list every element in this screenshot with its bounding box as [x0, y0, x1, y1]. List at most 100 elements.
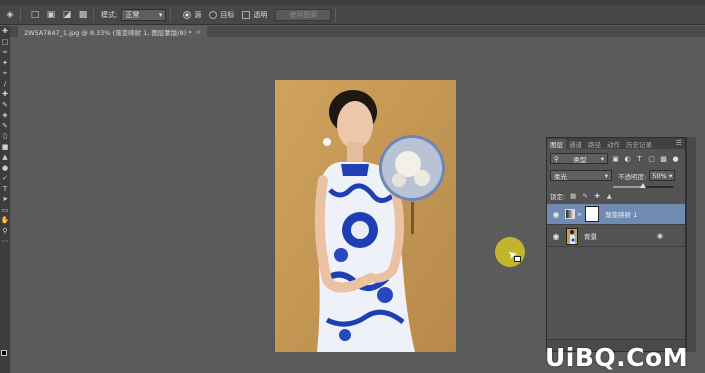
separator: [20, 7, 21, 22]
foreground-color-swatch[interactable]: [1, 350, 7, 356]
smart-object-filter-icon[interactable]: ▩: [659, 154, 668, 163]
panel-tabs: 图层 通道 路径 动作 历史记录 ☰: [547, 138, 685, 149]
eye-icon[interactable]: ◉: [550, 232, 562, 241]
blend-row: 柔光 ▾ 不透明度: 50% ▾: [550, 169, 684, 182]
intersect-selection-icon[interactable]: ▩: [77, 9, 89, 21]
blur-tool-icon[interactable]: ▲: [0, 152, 10, 163]
filter-kind-value: 类型: [573, 155, 587, 164]
tab-layers[interactable]: 图层: [547, 139, 566, 149]
shape-tool-icon[interactable]: ▭: [0, 205, 10, 216]
brush-tool-icon[interactable]: ✎: [0, 100, 10, 111]
dodge-tool-icon[interactable]: ●: [0, 163, 10, 174]
tab-channels[interactable]: 通道: [566, 139, 585, 149]
chevron-down-icon: ▾: [158, 10, 163, 19]
quick-select-tool-icon[interactable]: ✦: [0, 58, 10, 69]
adjustment-filter-icon[interactable]: ◐: [623, 154, 632, 163]
path-select-tool-icon[interactable]: ➤: [0, 194, 10, 205]
options-bar: ◈ □ ▣ ◪ ▩ 模式: 正常 ▾ 源 目标 透明 使用图案: [0, 5, 705, 25]
source-radio[interactable]: [183, 10, 192, 19]
blend-mode-select[interactable]: 柔光 ▾: [550, 170, 612, 181]
move-tool-icon[interactable]: ✚: [0, 26, 10, 37]
document-tab[interactable]: 2W5A7847_1.jpg @ 8.33% (渐变映射 1, 图层蒙版/8) …: [18, 26, 208, 37]
mode-label: 模式:: [101, 10, 118, 19]
filter-toggle-icon[interactable]: ●: [671, 154, 680, 163]
opacity-slider-thumb[interactable]: [640, 183, 646, 188]
gradient-map-adjustment-icon: [565, 209, 575, 219]
lock-icon: ◉: [656, 232, 663, 240]
filter-kind-select[interactable]: ⚲ 类型 ▾: [550, 153, 608, 164]
opacity-input[interactable]: 50% ▾: [649, 170, 676, 181]
separator: [170, 7, 172, 22]
hand-tool-icon[interactable]: ✋: [0, 215, 10, 226]
target-radio[interactable]: [209, 10, 218, 19]
lock-label: 锁定:: [550, 193, 566, 201]
blend-mode-value: 柔光: [554, 172, 567, 181]
chevron-down-icon: ▾: [604, 171, 608, 180]
layer-thumbnail: [566, 227, 578, 245]
target-label: 目标: [220, 10, 235, 19]
filter-row: ⚲ 类型 ▾ ▣ ◐ T ▢ ▩ ●: [550, 152, 684, 165]
tools-panel: ✚ □ ∞ ✦ ⌖ ∕ ✚ ✎ ◈ ✎ ▯ ■ ▲ ● ✓ T ➤ ▭ ✋ ⚲ …: [0, 26, 10, 373]
layer-row-background[interactable]: ◉ 背景 ◉: [547, 226, 685, 247]
opacity-slider[interactable]: [613, 183, 673, 188]
document-tab-bar: 2W5A7847_1.jpg @ 8.33% (渐变映射 1, 图层蒙版/8) …: [10, 26, 705, 37]
type-filter-icon[interactable]: T: [635, 154, 644, 163]
layer-name[interactable]: 背景: [584, 231, 597, 241]
link-icon[interactable]: ∞: [577, 211, 583, 218]
lock-paint-icon[interactable]: ✎: [581, 192, 589, 200]
crop-tool-icon[interactable]: ⌖: [0, 68, 10, 79]
chevron-down-icon: ▾: [668, 171, 673, 180]
cursor-badge-icon: [514, 256, 521, 262]
layer-thumbnail-image: [567, 228, 577, 244]
transparent-label: 透明: [253, 10, 268, 19]
more-tools-icon[interactable]: ⋯: [0, 236, 10, 247]
lock-row: 锁定: ▦ ✎ ✚ ▲: [550, 190, 684, 202]
opacity-slider-fill: [613, 186, 643, 188]
lasso-tool-icon[interactable]: ∞: [0, 47, 10, 58]
gradient-tool-icon[interactable]: ■: [0, 142, 10, 153]
eyedropper-tool-icon[interactable]: ∕: [0, 79, 10, 90]
stamp-tool-icon[interactable]: ◈: [0, 110, 10, 121]
mode-select[interactable]: 正常 ▾: [121, 8, 167, 21]
shape-filter-icon[interactable]: ▢: [647, 154, 656, 163]
type-tool-icon[interactable]: T: [0, 184, 10, 195]
opacity-value: 50%: [652, 171, 667, 180]
close-icon[interactable]: ×: [196, 28, 201, 36]
collapsed-panel-strip: [686, 137, 696, 352]
zoom-tool-icon[interactable]: ⚲: [0, 226, 10, 237]
tab-history[interactable]: 历史记录: [623, 139, 655, 149]
new-selection-icon[interactable]: □: [29, 9, 41, 21]
panel-menu-icon[interactable]: ☰: [676, 139, 682, 147]
eraser-tool-icon[interactable]: ▯: [0, 131, 10, 142]
canvas-image[interactable]: [275, 80, 456, 352]
layer-name[interactable]: 渐变映射 1: [605, 209, 637, 219]
marquee-tool-icon[interactable]: □: [0, 37, 10, 48]
layers-panel: 图层 通道 路径 动作 历史记录 ☰ ⚲ 类型 ▾ ▣ ◐ T ▢ ▩ ● 柔光…: [546, 137, 686, 352]
lock-all-icon[interactable]: ▲: [605, 192, 613, 200]
layer-mask-thumbnail[interactable]: [585, 206, 599, 222]
pixel-filter-icon[interactable]: ▣: [611, 154, 620, 163]
chevron-down-icon: ▾: [600, 154, 604, 163]
eye-icon[interactable]: ◉: [550, 210, 562, 219]
tab-actions[interactable]: 动作: [604, 139, 623, 149]
tab-paths[interactable]: 路径: [585, 139, 604, 149]
lock-position-icon[interactable]: ✚: [593, 192, 601, 200]
add-selection-icon[interactable]: ▣: [45, 9, 57, 21]
source-label: 源: [194, 10, 202, 19]
use-pattern-button[interactable]: 使用图案: [275, 8, 332, 21]
healing-tool-icon[interactable]: ✚: [0, 89, 10, 100]
pen-tool-icon[interactable]: ✓: [0, 173, 10, 184]
subtract-selection-icon[interactable]: ◪: [61, 9, 73, 21]
search-icon: ⚲: [554, 154, 559, 163]
separator: [335, 7, 337, 22]
watermark-logo: UiBQ.CoM: [545, 343, 689, 372]
history-brush-tool-icon[interactable]: ✎: [0, 121, 10, 132]
lock-pixels-icon[interactable]: ▦: [569, 192, 577, 200]
document-tab-title: 2W5A7847_1.jpg @ 8.33% (渐变映射 1, 图层蒙版/8) …: [24, 28, 192, 37]
stamp-tool-icon[interactable]: ◈: [4, 9, 16, 21]
mode-select-value: 正常: [125, 10, 140, 19]
transparent-checkbox[interactable]: [242, 10, 251, 19]
layer-row-gradient-map[interactable]: ◉ ∞ 渐变映射 1: [547, 204, 685, 225]
opacity-label: 不透明度:: [618, 172, 647, 181]
portrait-photo: [275, 80, 456, 352]
